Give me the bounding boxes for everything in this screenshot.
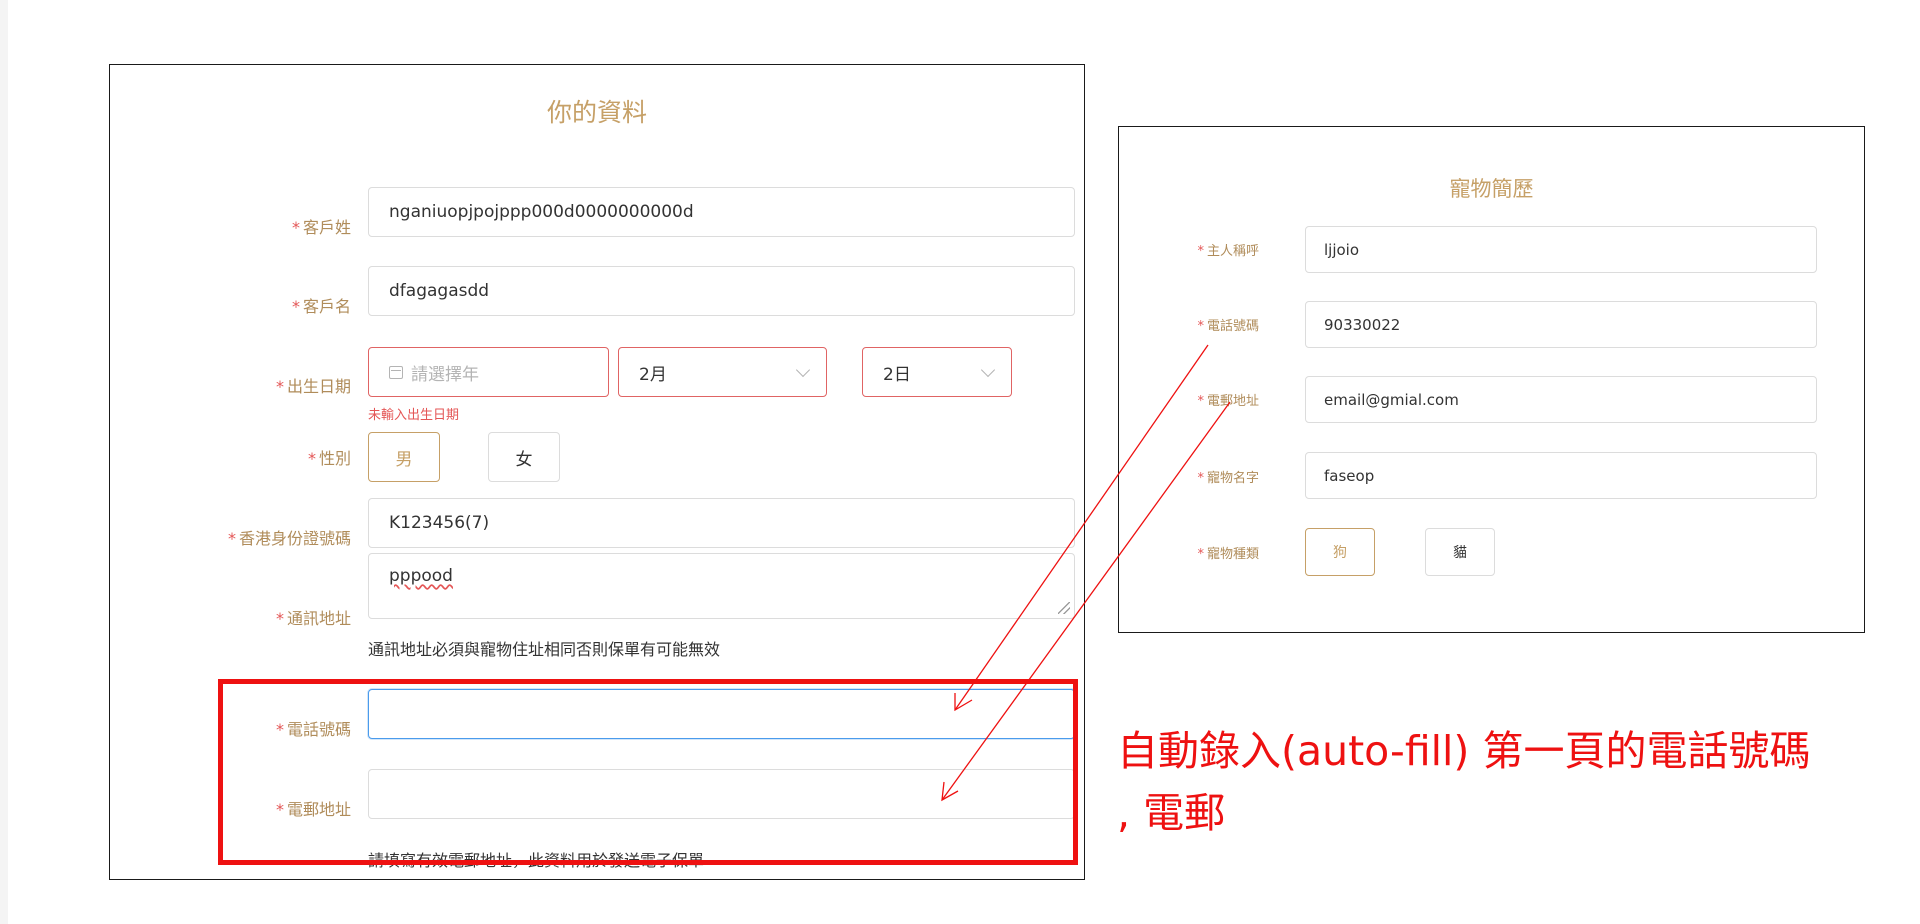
calendar-icon	[389, 365, 403, 379]
pet-type-label: * 寵物種類	[1197, 547, 1259, 562]
pet-email-input[interactable]: email@gmial.com	[1305, 376, 1817, 423]
dob-label: * 出生日期	[275, 377, 351, 396]
annotation-line-1: 自動錄入(auto-fill) 第一頁的電話號碼	[1117, 727, 1811, 775]
chevron-down-icon	[795, 362, 811, 378]
gender-option-male[interactable]: 男	[368, 432, 440, 482]
pet-type-option-dog[interactable]: 狗	[1305, 528, 1375, 576]
pet-phone-label: * 電話號碼	[1197, 319, 1259, 334]
address-label: * 通訊地址	[275, 609, 351, 628]
pet-profile-form: 寵物簡歷 * 主人稱呼 ljjoio * 電話號碼 90330022 * 電郵地址 e…	[1118, 126, 1865, 633]
dob-error-message: 未輸入出生日期	[368, 408, 460, 423]
gender-label: * 性別	[307, 449, 351, 468]
highlight-box	[218, 679, 1078, 865]
page-left-gutter	[0, 0, 8, 924]
pet-type-option-cat[interactable]: 貓	[1425, 528, 1495, 576]
pet-profile-title: 寵物簡歷	[1449, 177, 1534, 201]
dob-year-placeholder: 請選擇年	[411, 364, 479, 385]
annotation-line-2: , 電郵	[1117, 789, 1226, 837]
pet-name-input[interactable]: faseop	[1305, 452, 1817, 499]
gender-option-female[interactable]: 女	[488, 432, 560, 482]
pet-phone-input[interactable]: 90330022	[1305, 301, 1817, 348]
address-hint: 通訊地址必須與寵物住址相同否則保單有可能無效	[368, 640, 721, 659]
given-name-input[interactable]: dfagagasdd	[368, 266, 1075, 316]
surname-input[interactable]: nganiuopjpojppp000d0000000000d	[368, 187, 1075, 237]
resize-handle-icon[interactable]	[1058, 602, 1070, 614]
hkid-label: * 香港身份證號碼	[227, 529, 351, 548]
given-name-label: * 客戶名	[291, 297, 351, 316]
owner-name-input[interactable]: ljjoio	[1305, 226, 1817, 273]
surname-label: * 客戶姓	[291, 218, 351, 237]
owner-name-label: * 主人稱呼	[1197, 244, 1259, 259]
dob-month-select[interactable]: 2月	[618, 347, 827, 397]
auto-fill-annotation: 自動錄入(auto-fill) 第一頁的電話號碼 , 電郵	[1117, 720, 1810, 844]
dob-day-select[interactable]: 2日	[862, 347, 1012, 397]
pet-name-label: * 寵物名字	[1197, 471, 1259, 486]
hkid-input[interactable]: K123456(7)	[368, 498, 1075, 548]
address-textarea[interactable]: pppood	[368, 553, 1075, 619]
pet-email-label: * 電郵地址	[1197, 394, 1259, 409]
dob-year-picker[interactable]: 請選擇年	[368, 347, 609, 397]
chevron-down-icon	[980, 362, 996, 378]
customer-info-title: 你的資料	[546, 98, 647, 127]
